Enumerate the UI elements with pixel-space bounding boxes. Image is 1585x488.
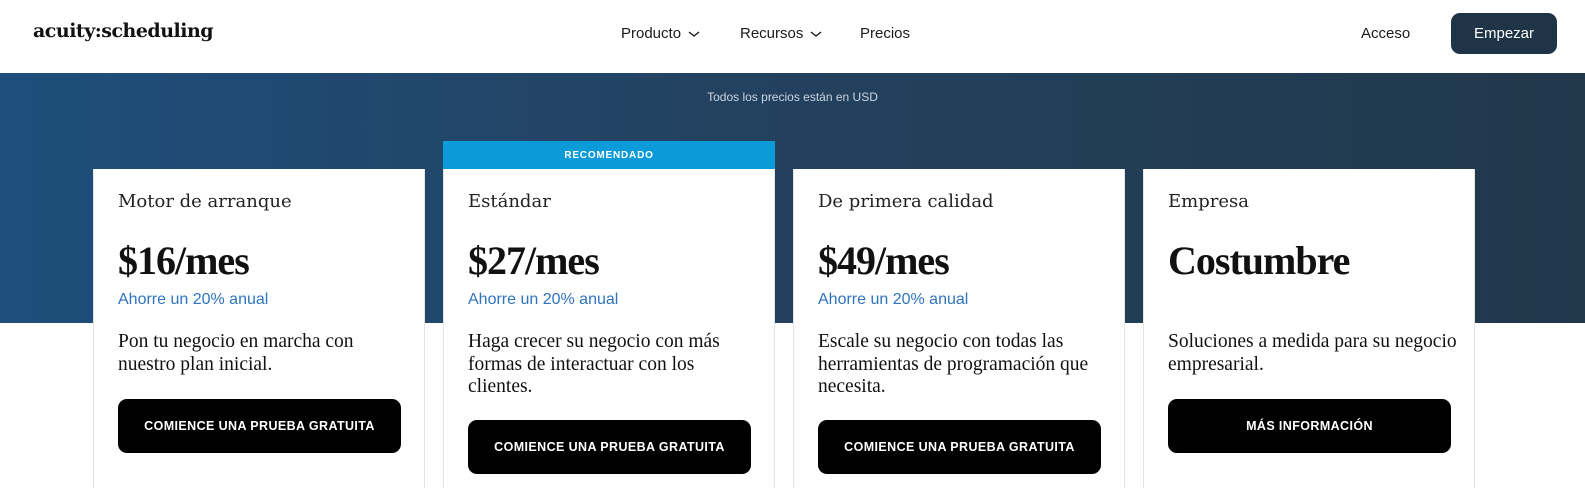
- plan-description: Haga crecer su negocio con más formas de…: [468, 331, 720, 397]
- login-link[interactable]: Acceso: [1361, 25, 1410, 42]
- nav-item-recursos[interactable]: Recursos: [740, 25, 823, 42]
- acuity-scheduling-logo[interactable]: acuity:scheduling: [33, 20, 214, 42]
- currency-note: Todos los precios están en USD: [707, 90, 878, 104]
- plan-card-premium: De primera calidad $49/mes Ahorre un 20%…: [793, 169, 1125, 488]
- plan-annual-saving: Ahorre un 20% anual: [468, 291, 619, 308]
- plan-description: Escale su negocio con todas las herramie…: [818, 331, 1089, 397]
- plan-card-starter: Motor de arranque $16/mes Ahorre un 20% …: [93, 169, 425, 488]
- start-free-trial-button[interactable]: COMIENCE UNA PRUEBA GRATUITA: [818, 420, 1101, 474]
- plan-price: $49/mes: [818, 238, 950, 283]
- plan-annual-saving: Ahorre un 20% anual: [118, 291, 269, 308]
- plan-card-enterprise: Empresa Costumbre Soluciones a medida pa…: [1143, 169, 1475, 488]
- plan-description: Pon tu negocio en marcha con nuestro pla…: [118, 331, 354, 375]
- plan-name: De primera calidad: [818, 191, 994, 212]
- nav-item-label: Precios: [860, 25, 911, 42]
- learn-more-button[interactable]: MÁS INFORMACIÓN: [1168, 399, 1451, 453]
- chevron-down-icon: [810, 30, 822, 37]
- top-navigation: acuity:scheduling Producto Recursos Prec…: [0, 0, 1585, 73]
- recommended-badge: RECOMENDADO: [443, 141, 775, 169]
- plan-price: $16/mes: [118, 238, 250, 283]
- plan-name: Empresa: [1168, 191, 1249, 212]
- plan-name: Motor de arranque: [118, 191, 292, 212]
- chevron-down-icon: [688, 30, 700, 37]
- nav-item-label: Recursos: [740, 25, 804, 42]
- get-started-button[interactable]: Empezar: [1451, 13, 1557, 54]
- plan-card-standard: Estándar $27/mes Ahorre un 20% anual Hag…: [443, 169, 775, 488]
- plan-annual-saving: Ahorre un 20% anual: [818, 291, 969, 308]
- nav-item-producto[interactable]: Producto: [621, 25, 701, 42]
- nav-item-precios[interactable]: Precios: [860, 25, 910, 42]
- plan-price: Costumbre: [1168, 238, 1350, 283]
- plan-name: Estándar: [468, 191, 551, 212]
- nav-item-label: Producto: [621, 25, 682, 42]
- start-free-trial-button[interactable]: COMIENCE UNA PRUEBA GRATUITA: [118, 399, 401, 453]
- start-free-trial-button[interactable]: COMIENCE UNA PRUEBA GRATUITA: [468, 420, 751, 474]
- plan-price: $27/mes: [468, 238, 600, 283]
- plan-description: Soluciones a medida para su negocio empr…: [1168, 331, 1457, 375]
